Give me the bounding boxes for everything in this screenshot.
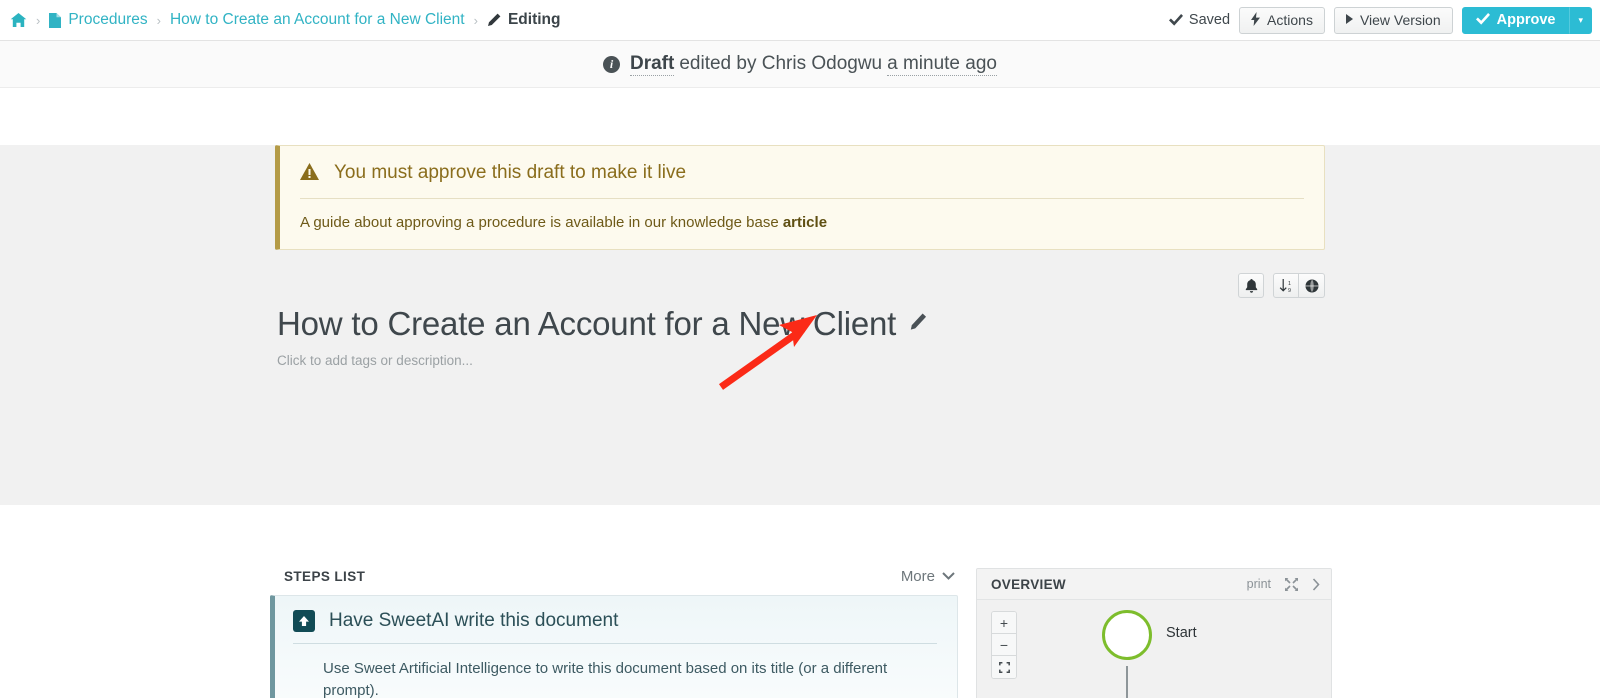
alert-title: You must approve this draft to make it l… [334,162,687,183]
approve-label: Approve [1496,12,1556,28]
globe-button[interactable] [1299,273,1325,298]
breadcrumb-current-mode: Editing [487,11,561,29]
flowchart-connector [1126,666,1128,698]
step-header: Have SweetAI write this document [293,610,937,644]
tags-description-placeholder[interactable]: Click to add tags or description... [277,353,473,368]
draft-state-label[interactable]: Draft [630,53,675,76]
breadcrumb-current-label: Editing [507,11,561,28]
alert-header: You must approve this draft to make it l… [300,162,1304,199]
page-title: How to Create an Account for a New Clien… [277,305,897,342]
overview-canvas[interactable]: + − Start [977,600,1331,698]
flowchart-start-label: Start [1166,625,1197,641]
steps-list-header: STEPS LIST More [270,568,958,595]
alert-article-link[interactable]: article [783,214,827,231]
draft-timestamp[interactable]: a minute ago [887,53,997,76]
view-version-button[interactable]: View Version [1333,6,1453,34]
svg-text:9: 9 [1288,288,1291,293]
approve-button[interactable]: Approve [1461,6,1570,34]
breadcrumb-separator-2: › [156,12,161,28]
overview-panel: OVERVIEW print + − Start [976,568,1332,698]
saved-indicator: Saved [1168,12,1231,28]
alert-body-text: A guide about approving a procedure is a… [300,214,779,231]
overview-tools: print [1247,577,1320,591]
alert-body: A guide about approving a procedure is a… [300,199,1304,231]
draft-status-message: i Draft edited by Chris Odogwu a minute … [603,53,997,76]
document-tool-buttons: 1 9 [1238,273,1325,298]
approve-dropdown-button[interactable]: ▾ [1569,6,1592,34]
steps-list-panel: STEPS LIST More Have SweetAI write this … [270,568,958,698]
draft-status-bar: i Draft edited by Chris Odogwu a minute … [0,41,1600,88]
bell-icon [1245,278,1257,293]
warning-triangle-icon [300,162,319,184]
overview-header: OVERVIEW print [977,569,1331,600]
info-icon: i [603,55,620,73]
flowchart-start-node[interactable] [1102,610,1152,660]
zoom-controls: + − [991,611,1017,679]
approval-alert: You must approve this draft to make it l… [275,145,1325,250]
steps-list-heading: STEPS LIST [284,569,366,584]
steps-more-button[interactable]: More [901,568,955,585]
overview-print-button[interactable]: print [1247,577,1271,591]
breadcrumb-document-link[interactable]: How to Create an Account for a New Clien… [170,11,465,29]
step-description: Use Sweet Artificial Intelligence to wri… [323,660,888,698]
secondary-tool-group: 1 9 [1273,273,1325,298]
sort-button[interactable]: 1 9 [1273,273,1299,298]
breadcrumb-procedures-label: Procedures [68,11,148,28]
actions-label: Actions [1267,12,1313,28]
check-icon [1475,12,1490,28]
document-icon [49,12,62,28]
flowchart: Start [1102,610,1197,698]
fit-screen-button[interactable] [992,656,1016,678]
saved-label: Saved [1188,12,1231,28]
top-action-buttons: Saved Actions View Version Approve ▾ [1168,6,1592,34]
chevron-down-icon [942,571,955,583]
top-bar: › Procedures › How to Create an Account … [0,0,1600,41]
notifications-button[interactable] [1238,273,1264,298]
document-body: STEPS LIST More Have SweetAI write this … [0,505,1600,698]
breadcrumb-separator-3: › [473,12,478,28]
fit-screen-icon [998,661,1010,673]
svg-text:1: 1 [1288,281,1291,287]
play-triangle-icon [1345,13,1353,27]
lightning-bolt-icon [1251,11,1261,29]
breadcrumb-separator: › [36,12,41,28]
breadcrumb-procedures-link[interactable]: Procedures [49,11,148,29]
page-title-row: How to Create an Account for a New Clien… [277,305,927,343]
zoom-in-button[interactable]: + [992,612,1016,634]
sort-numeric-icon: 1 9 [1279,278,1291,293]
view-version-label: View Version [1359,12,1441,28]
step-card[interactable]: Have SweetAI write this document Use Swe… [270,595,958,698]
steps-more-label: More [900,568,935,585]
draft-editor-text: edited by Chris Odogwu [679,52,883,74]
overview-heading: OVERVIEW [991,576,1066,592]
check-icon [1168,14,1183,26]
pencil-icon[interactable] [910,313,928,336]
step-title: Have SweetAI write this document [329,610,619,631]
arrow-up-box-icon [293,610,315,632]
document-header-band: You must approve this draft to make it l… [0,145,1600,505]
pencil-icon [487,13,501,27]
home-icon[interactable] [10,12,27,28]
breadcrumb: › Procedures › How to Create an Account … [10,11,1169,29]
actions-button[interactable]: Actions [1239,6,1325,34]
expand-arrows-icon[interactable] [1285,577,1298,591]
globe-icon [1305,279,1318,292]
chevron-right-icon[interactable] [1312,577,1320,591]
zoom-out-button[interactable]: − [992,634,1016,656]
approve-button-group: Approve ▾ [1461,6,1592,34]
